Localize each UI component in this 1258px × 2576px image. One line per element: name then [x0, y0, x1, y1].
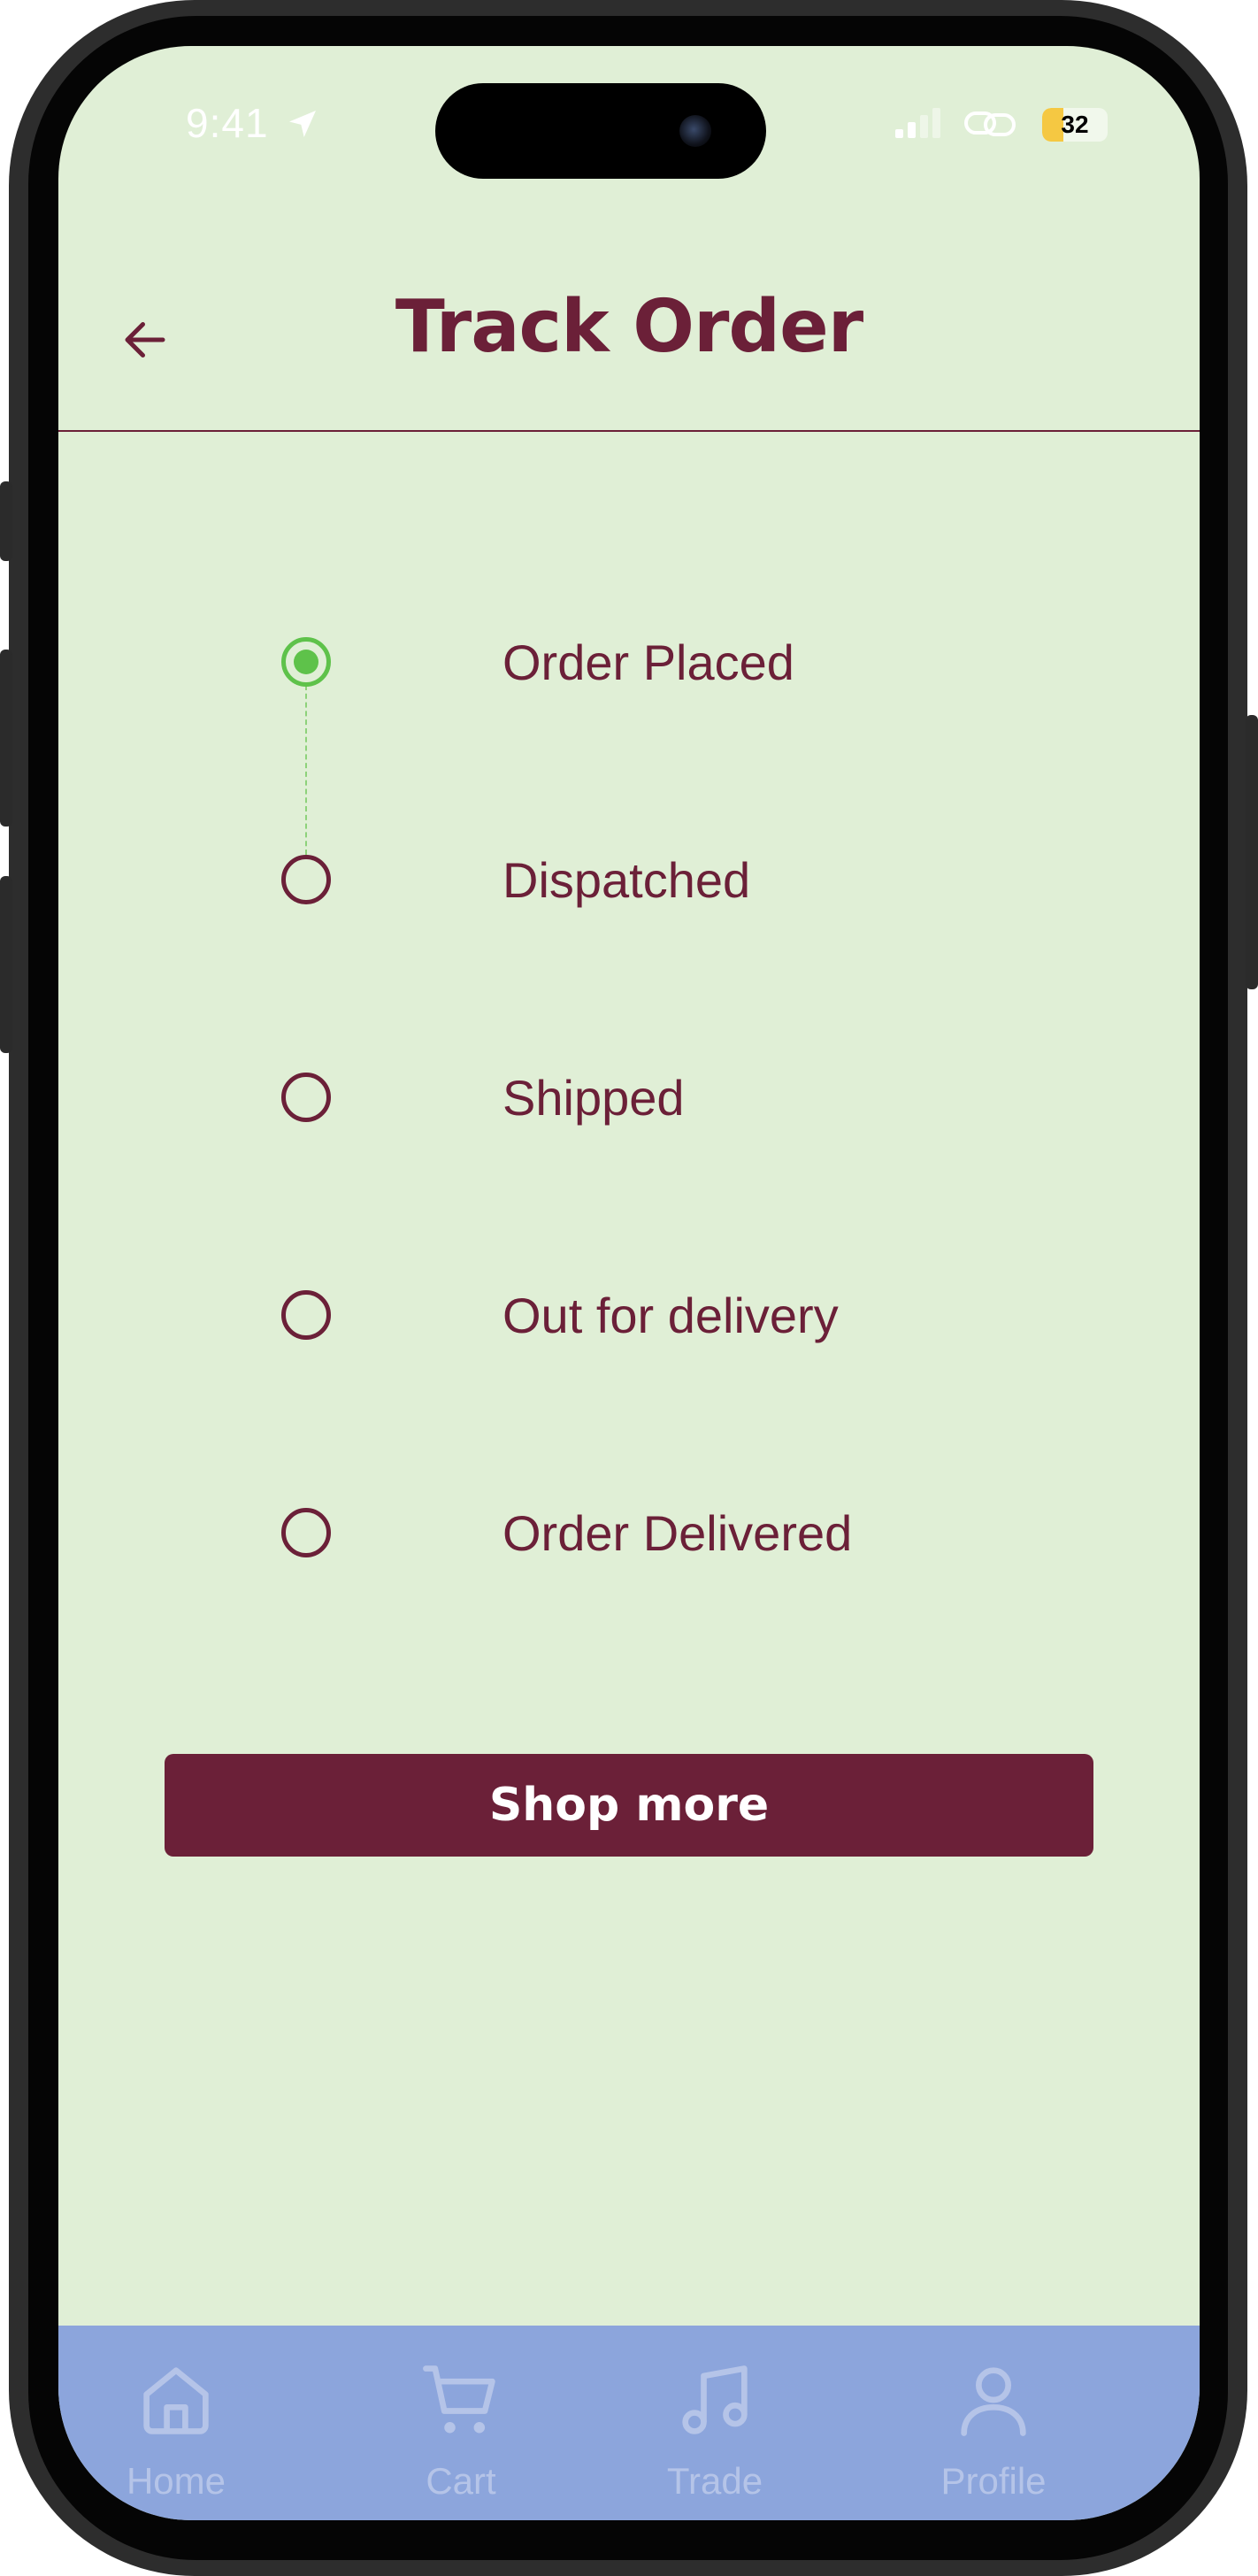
- nav-label: Home: [126, 2460, 226, 2502]
- bottom-nav: Home Cart Trade Profile: [58, 2326, 1200, 2520]
- location-arrow-icon: [289, 111, 316, 137]
- battery-indicator: 32: [1042, 108, 1108, 142]
- nav-item-profile[interactable]: Profile: [896, 2326, 1091, 2520]
- music-note-icon: [682, 2365, 748, 2434]
- shop-more-button[interactable]: Shop more: [165, 1754, 1093, 1857]
- user-icon: [961, 2367, 1026, 2436]
- nav-item-home[interactable]: Home: [79, 2326, 273, 2520]
- nav-label: Profile: [940, 2460, 1047, 2502]
- step-label: Order Placed: [502, 634, 794, 690]
- step-marker: [281, 855, 331, 904]
- step-marker: [281, 1073, 331, 1122]
- cart-icon: [423, 2365, 495, 2434]
- step-label: Order Delivered: [502, 1505, 853, 1561]
- status-time: 9:41: [186, 100, 269, 146]
- step-dispatched: Dispatched: [58, 846, 1200, 917]
- dynamic-island: [435, 83, 766, 179]
- nav-item-cart[interactable]: Cart: [364, 2326, 558, 2520]
- power-button: [1246, 715, 1258, 989]
- step-marker: [281, 1508, 331, 1557]
- step-order-delivered: Order Delivered: [58, 1499, 1200, 1570]
- cellular-signal-icon: [895, 108, 940, 138]
- battery-percentage: 32: [1061, 111, 1089, 138]
- step-connector: [305, 685, 307, 855]
- volume-up-button: [0, 650, 12, 827]
- link-icon: [964, 111, 1016, 136]
- nav-label: Cart: [426, 2460, 496, 2502]
- step-out-for-delivery: Out for delivery: [58, 1281, 1200, 1352]
- step-marker: [281, 637, 331, 687]
- home-icon: [143, 2367, 209, 2434]
- step-label: Out for delivery: [502, 1288, 839, 1343]
- app-screen: 9:41 32 Track Order Order Placed Dispatc…: [58, 46, 1200, 2520]
- step-order-placed: Order Placed: [58, 628, 1200, 699]
- step-shipped: Shipped: [58, 1064, 1200, 1134]
- header-divider: [58, 430, 1200, 432]
- step-label: Dispatched: [502, 852, 751, 908]
- step-label: Shipped: [502, 1070, 685, 1126]
- page-title: Track Order: [395, 285, 863, 369]
- nav-label: Trade: [666, 2460, 763, 2502]
- front-camera: [679, 115, 711, 147]
- volume-down-button: [0, 876, 12, 1053]
- nav-item-trade[interactable]: Trade: [617, 2326, 812, 2520]
- step-marker: [281, 1290, 331, 1340]
- action-button: [0, 481, 12, 561]
